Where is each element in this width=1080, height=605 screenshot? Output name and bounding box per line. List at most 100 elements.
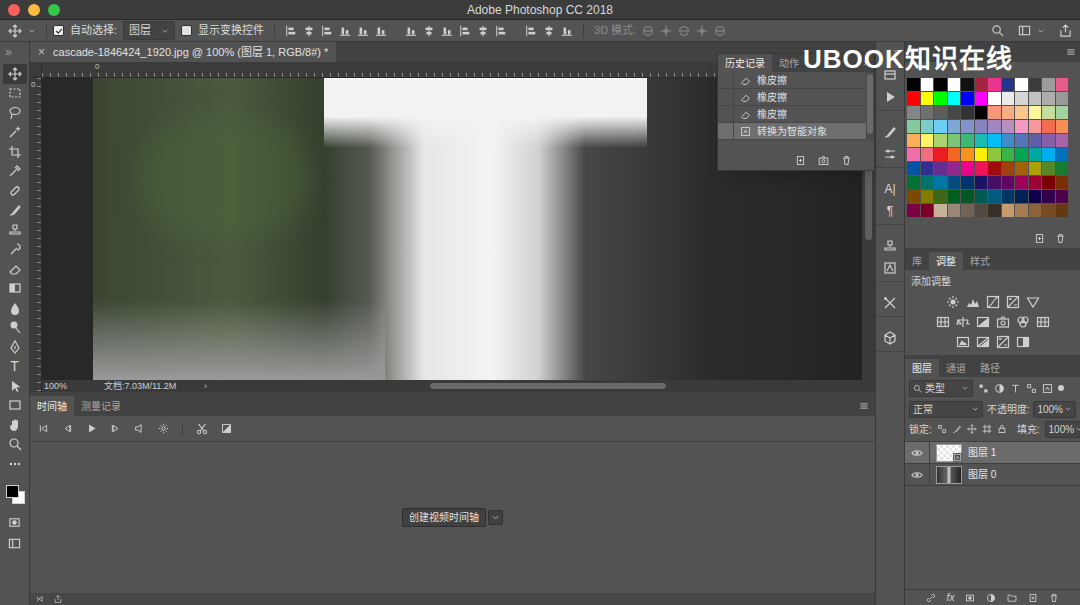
create-video-timeline-button[interactable]: 创建视频时间轴 bbox=[402, 508, 486, 527]
panel-tab[interactable]: 库 bbox=[905, 252, 929, 270]
layer-row[interactable]: 图层 0 bbox=[905, 464, 1080, 486]
align-icon[interactable] bbox=[285, 25, 297, 37]
color-swatch[interactable] bbox=[1015, 134, 1028, 147]
settings-icon[interactable] bbox=[54, 595, 62, 603]
color-swatch[interactable] bbox=[988, 176, 1001, 189]
dock-button[interactable] bbox=[879, 294, 901, 312]
color-swatch[interactable] bbox=[921, 190, 934, 203]
adjust-icon[interactable] bbox=[986, 593, 996, 603]
trash-icon[interactable] bbox=[841, 155, 852, 166]
color-swatch[interactable] bbox=[975, 120, 988, 133]
panel-tab[interactable]: 调整 bbox=[929, 252, 963, 270]
color-swatch[interactable] bbox=[975, 78, 988, 91]
color-swatch[interactable] bbox=[988, 134, 1001, 147]
new-document-icon[interactable] bbox=[795, 155, 806, 166]
color-swatch[interactable] bbox=[934, 134, 947, 147]
color-swatch[interactable] bbox=[1056, 78, 1069, 91]
collapse-icon[interactable] bbox=[4, 48, 13, 57]
target-dropdown[interactable]: 图层 bbox=[123, 21, 175, 40]
color-swatch[interactable] bbox=[907, 92, 920, 105]
color-swatch[interactable] bbox=[1029, 148, 1042, 161]
filter-icon[interactable] bbox=[1042, 383, 1053, 394]
color-swatch[interactable] bbox=[1056, 148, 1069, 161]
align-icon[interactable] bbox=[423, 25, 435, 37]
tool-button[interactable] bbox=[3, 103, 27, 123]
color-swatch[interactable] bbox=[907, 106, 920, 119]
color-swatch[interactable] bbox=[934, 106, 947, 119]
link-icon[interactable] bbox=[926, 593, 936, 603]
opacity-field[interactable]: 100% bbox=[1033, 401, 1076, 418]
panel-tab[interactable]: 样式 bbox=[963, 252, 997, 270]
lock-icon[interactable] bbox=[982, 424, 992, 434]
color-swatch[interactable] bbox=[1015, 120, 1028, 133]
color-swatch[interactable] bbox=[975, 176, 988, 189]
color-swatch[interactable] bbox=[934, 162, 947, 175]
color-swatch[interactable] bbox=[921, 176, 934, 189]
color-swatch[interactable] bbox=[1002, 78, 1015, 91]
color-swatch[interactable] bbox=[948, 204, 961, 217]
color-swatch[interactable] bbox=[961, 162, 974, 175]
color-swatch[interactable] bbox=[1002, 176, 1015, 189]
color-swatch[interactable] bbox=[988, 106, 1001, 119]
align-icon[interactable] bbox=[303, 25, 315, 37]
panel-menu-icon[interactable] bbox=[1066, 47, 1076, 57]
color-swatch[interactable] bbox=[921, 120, 934, 133]
color-swatch[interactable] bbox=[907, 134, 920, 147]
adjustment-icon[interactable] bbox=[1016, 315, 1030, 329]
adjustment-icon[interactable] bbox=[956, 315, 970, 329]
color-swatch[interactable] bbox=[1042, 176, 1055, 189]
color-swatch[interactable] bbox=[907, 78, 920, 91]
color-swatch[interactable] bbox=[907, 120, 920, 133]
adjustment-icon[interactable] bbox=[996, 315, 1010, 329]
tool-button[interactable]: T bbox=[3, 357, 27, 377]
first-icon[interactable] bbox=[38, 423, 49, 434]
color-swatch[interactable] bbox=[1056, 176, 1069, 189]
minimize-button[interactable] bbox=[28, 4, 40, 16]
color-swatch[interactable] bbox=[1029, 134, 1042, 147]
lock-icon[interactable] bbox=[997, 424, 1007, 434]
dock-button[interactable]: A| bbox=[879, 180, 901, 198]
color-swatch[interactable] bbox=[961, 134, 974, 147]
panel-tab[interactable]: 历史记录 bbox=[718, 54, 772, 72]
color-swatch[interactable] bbox=[975, 148, 988, 161]
horizontal-scrollbar[interactable] bbox=[216, 380, 875, 392]
panel-tab[interactable]: 图层 bbox=[905, 359, 939, 377]
search-icon[interactable] bbox=[991, 24, 1004, 37]
color-swatch[interactable] bbox=[934, 148, 947, 161]
gear-icon[interactable] bbox=[158, 423, 169, 434]
color-swatch[interactable] bbox=[1042, 134, 1055, 147]
color-swatch[interactable] bbox=[1029, 78, 1042, 91]
transition-icon[interactable] bbox=[221, 423, 232, 434]
show-transform-checkbox[interactable] bbox=[181, 25, 192, 36]
history-item[interactable]: 转换为智能对象 bbox=[718, 123, 866, 140]
tool-button[interactable] bbox=[3, 181, 27, 201]
document-tab[interactable]: ×cascade-1846424_1920.jpg @ 100% (图层 1, … bbox=[30, 42, 336, 62]
new-icon[interactable] bbox=[1028, 593, 1038, 603]
align-icon[interactable] bbox=[477, 25, 489, 37]
trash-icon[interactable] bbox=[1055, 233, 1066, 244]
color-swatch[interactable] bbox=[1056, 162, 1069, 175]
color-swatch[interactable] bbox=[934, 204, 947, 217]
align-icon[interactable] bbox=[543, 25, 555, 37]
color-swatch[interactable] bbox=[1042, 92, 1055, 105]
color-swatch[interactable] bbox=[948, 120, 961, 133]
dock-button[interactable] bbox=[879, 237, 901, 255]
color-swatch[interactable] bbox=[1029, 204, 1042, 217]
color-swatch[interactable] bbox=[921, 134, 934, 147]
color-swatch[interactable] bbox=[975, 162, 988, 175]
color-swatch[interactable] bbox=[948, 162, 961, 175]
chevron-icon[interactable] bbox=[1037, 27, 1045, 35]
trash-icon[interactable] bbox=[1049, 593, 1059, 603]
color-swatch[interactable] bbox=[1015, 176, 1028, 189]
move-tool-icon[interactable] bbox=[8, 24, 22, 38]
lock-icon[interactable] bbox=[937, 424, 947, 434]
panel-tab[interactable]: 测量记录 bbox=[74, 396, 128, 416]
color-swatch[interactable] bbox=[921, 162, 934, 175]
color-swatch[interactable] bbox=[1015, 148, 1028, 161]
color-swatch[interactable] bbox=[934, 190, 947, 203]
layer-style-button[interactable]: fx bbox=[947, 592, 955, 604]
next-icon[interactable] bbox=[110, 423, 121, 434]
dock-button[interactable] bbox=[879, 88, 901, 106]
tool-button[interactable] bbox=[3, 142, 27, 162]
color-swatch[interactable] bbox=[1056, 92, 1069, 105]
